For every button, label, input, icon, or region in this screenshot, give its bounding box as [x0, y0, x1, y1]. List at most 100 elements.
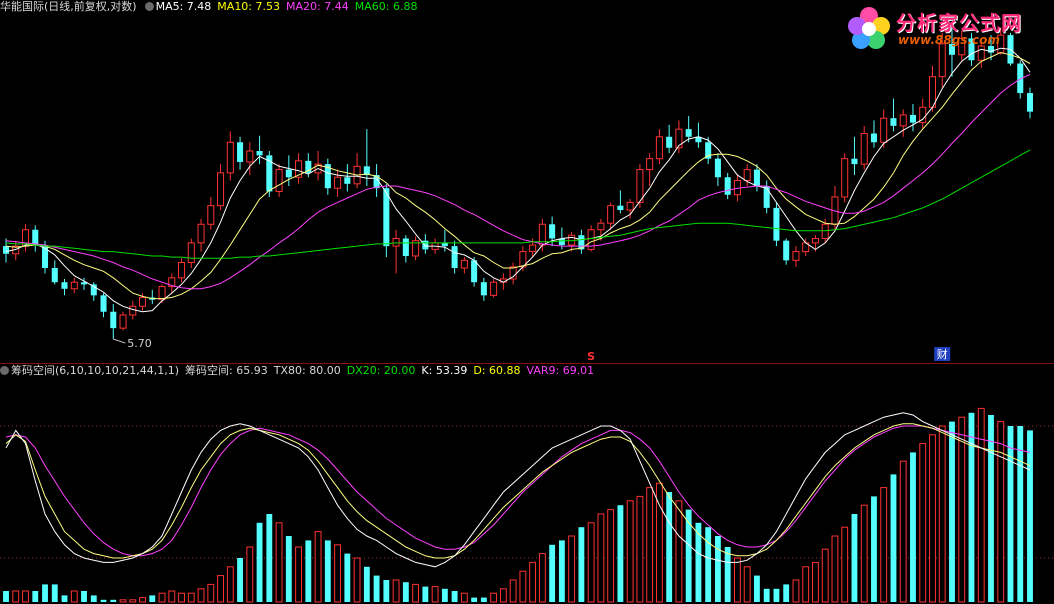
indicator-value-k: K: 53.39: [421, 364, 468, 377]
candle: [295, 153, 303, 184]
indicator-bar: [743, 566, 751, 603]
candle: [412, 236, 420, 261]
flower-logo-icon: [848, 7, 890, 49]
ma60-line: [5, 149, 1031, 259]
candle: [617, 190, 624, 214]
logo-url: www.88gs.com: [898, 33, 1000, 47]
indicator-settings-dot-icon[interactable]: [0, 366, 9, 375]
candle: [802, 238, 810, 256]
indicator-bar: [968, 412, 975, 602]
indicator-bar: [256, 522, 263, 602]
indicator-bar: [529, 561, 537, 603]
indicator-bar: [607, 509, 615, 603]
indicator-bar: [636, 495, 644, 603]
indicator-bar: [734, 557, 741, 603]
indicator-bar: [1027, 430, 1033, 602]
indicator-value-d: D: 60.88: [473, 364, 521, 377]
candle: [187, 238, 195, 268]
indicator-bar: [841, 526, 849, 603]
indicator-bar: [70, 590, 78, 603]
indicator-bar: [110, 599, 117, 602]
indicator-bar: [158, 592, 166, 603]
candle: [578, 229, 585, 254]
indicator-bar: [275, 522, 283, 603]
indicator-value-main: 筹码空间: 65.93: [185, 364, 268, 377]
indicator-bar: [705, 527, 712, 602]
candle: [226, 131, 234, 181]
indicator-bar: [773, 588, 780, 602]
indicator-bar: [324, 540, 331, 602]
candle: [324, 158, 331, 195]
candle: [119, 311, 127, 331]
indicator-bar: [851, 514, 858, 602]
stock-chart-window: 5.70 S 财 华能国际(日线,前复权,对数) MA5: 7.48 MA10: 7.5…: [0, 0, 1054, 604]
candle: [237, 136, 244, 170]
ma5-line: [5, 47, 1031, 313]
candle: [695, 122, 702, 148]
candle: [646, 153, 654, 186]
indicator-bar: [285, 536, 292, 602]
indicator-bar: [754, 575, 760, 602]
indicator-panel-header: 筹码空间(6,10,10,10,21,44,1,1) 筹码空间: 65.93 TX8…: [0, 364, 600, 378]
indicator-bar: [783, 584, 790, 602]
indicator-bar: [860, 504, 868, 603]
candle: [149, 289, 156, 305]
ma10-label: MA10: 7.53: [217, 0, 281, 13]
candle: [451, 240, 458, 274]
candle: [460, 257, 468, 274]
candle: [383, 183, 390, 258]
indicator-bar: [480, 597, 487, 602]
price-panel-header: 华能国际(日线,前复权,对数) MA5: 7.48 MA10: 7.53 MA20: …: [0, 0, 423, 14]
indicator-bar: [334, 544, 342, 603]
candle: [792, 246, 800, 267]
indicator-bar: [499, 588, 507, 603]
indicator-bar: [568, 535, 576, 603]
indicator-bar: [81, 591, 87, 602]
candle: [32, 225, 39, 252]
candle: [275, 164, 283, 197]
candle: [61, 278, 68, 296]
indicator-bar: [831, 535, 839, 603]
indicator-bar: [90, 595, 97, 602]
settings-dot-icon[interactable]: [144, 2, 154, 11]
candle: [178, 258, 186, 283]
indicator-bar: [821, 548, 829, 603]
indicator-bar: [422, 586, 429, 602]
indicator-bar: [100, 599, 107, 602]
candle: [207, 196, 215, 230]
indicator-bar: [412, 583, 420, 603]
indicator-bar: [812, 561, 819, 603]
candle: [402, 235, 409, 263]
indicator-bar: [266, 514, 273, 602]
indicator-bar: [802, 566, 810, 603]
candle: [870, 120, 877, 148]
candle: [51, 260, 58, 285]
indicator-bar: [363, 566, 370, 602]
indicator-bar: [12, 590, 20, 603]
indicator-bar: [402, 582, 409, 602]
indicator-bar: [792, 579, 800, 603]
indicator-bar: [207, 583, 215, 603]
chart-canvas: 5.70 S 财: [0, 27, 1054, 603]
indicator-bar: [675, 500, 683, 603]
indicator-value-dx20: DX20: 20.00: [346, 364, 416, 377]
indicator-bar: [383, 580, 390, 602]
ma60-label: MA60: 6.88: [354, 0, 418, 13]
indicator-bar: [646, 487, 654, 603]
indicator-bar: [890, 474, 897, 602]
indicator-bar: [197, 588, 205, 603]
indicator-bar: [871, 496, 877, 602]
indicator-bar: [666, 492, 673, 602]
candle: [256, 135, 263, 165]
indicator-bar: [587, 522, 595, 603]
indicator-bar: [237, 558, 243, 602]
candle: [1026, 87, 1034, 119]
candle: [773, 202, 780, 247]
indicator-bar: [997, 421, 1005, 603]
candle: [197, 218, 205, 252]
site-logo: 分析家公式网 www.88gs.com: [846, 3, 1046, 55]
indicator-bar: [22, 590, 29, 603]
candle: [217, 164, 225, 211]
indicator-value-tx80: TX80: 80.00: [273, 364, 341, 377]
indicator-bar: [471, 597, 478, 602]
